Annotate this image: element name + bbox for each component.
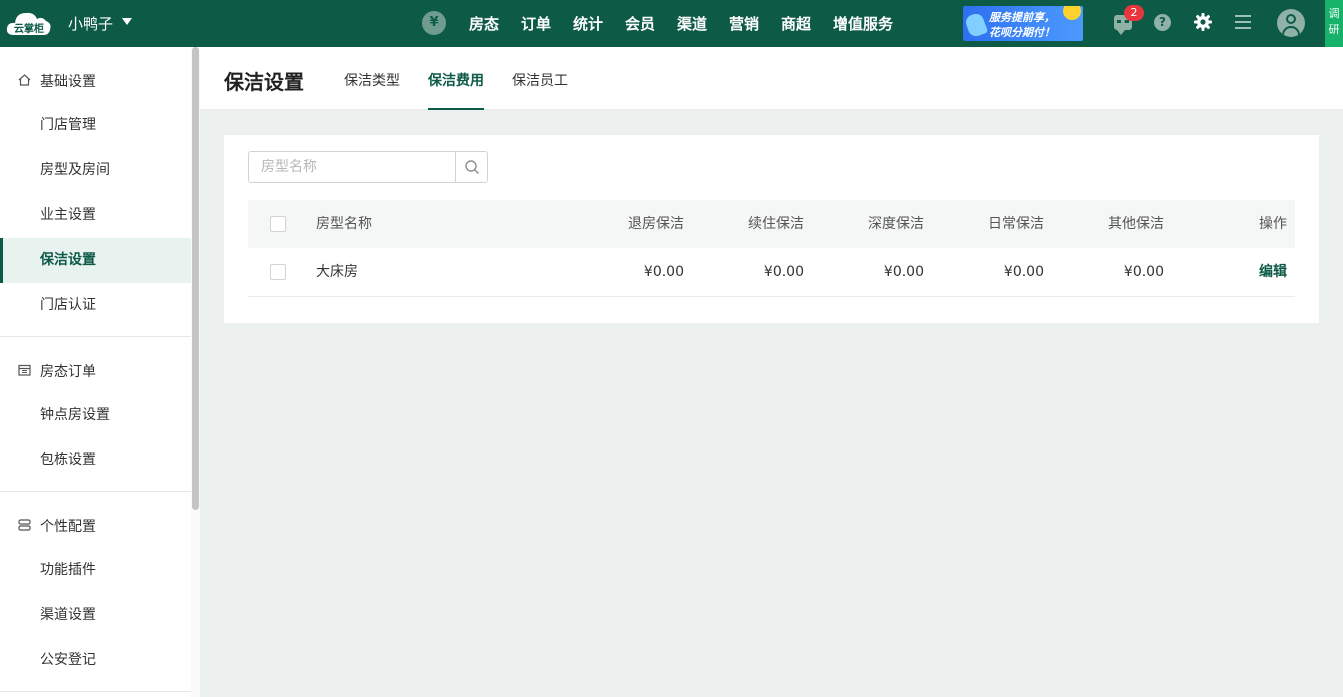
nav-channels[interactable]: 渠道 bbox=[677, 13, 707, 34]
sidebar-item-plugins[interactable]: 功能插件 bbox=[0, 548, 191, 593]
store-name[interactable]: 小鸭子 bbox=[68, 13, 113, 34]
search-button[interactable] bbox=[455, 152, 487, 182]
search-input[interactable] bbox=[249, 152, 455, 182]
search-icon bbox=[465, 160, 479, 174]
sidebar-item-channel-settings[interactable]: 渠道设置 bbox=[0, 593, 191, 638]
column-header-other-cleaning: 其他保洁 bbox=[1108, 216, 1164, 232]
stack-icon bbox=[18, 519, 31, 531]
gear-icon[interactable] bbox=[1193, 12, 1213, 32]
tab-cleaning-staff[interactable]: 保洁员工 bbox=[512, 70, 568, 90]
edit-button[interactable]: 编辑 bbox=[1208, 248, 1287, 296]
yen-icon[interactable]: ¥ bbox=[422, 11, 446, 35]
cell-deep-cleaning: ¥0.00 bbox=[883, 264, 924, 280]
tab-cleaning-types[interactable]: 保洁类型 bbox=[344, 70, 400, 90]
column-header-stay-cleaning: 续住保洁 bbox=[748, 216, 804, 232]
sidebar-item-cleaning-settings[interactable]: 保洁设置 bbox=[0, 238, 191, 283]
sidebar-group-label: 个性配置 bbox=[40, 519, 96, 535]
sidebar-item-hourly-room-settings[interactable]: 钟点房设置 bbox=[0, 393, 191, 438]
sidebar: 基础设置 门店管理 房型及房间 业主设置 保洁设置 门店认证 房态订单 钟点房设… bbox=[0, 47, 200, 697]
caret-down-icon[interactable] bbox=[122, 18, 132, 25]
sidebar-divider bbox=[0, 691, 191, 692]
column-header-deep-cleaning: 深度保洁 bbox=[868, 216, 924, 232]
column-header-daily-cleaning: 日常保洁 bbox=[988, 216, 1044, 232]
moon-icon bbox=[1063, 6, 1081, 20]
cell-daily-cleaning: ¥0.00 bbox=[1003, 264, 1044, 280]
sidebar-item-store-management[interactable]: 门店管理 bbox=[0, 103, 191, 148]
cleaning-fee-card: 房型名称 退房保洁 续住保洁 深度保洁 日常保洁 其他保洁 操作 大床房 ¥0.… bbox=[224, 135, 1319, 323]
page-title: 保洁设置 bbox=[224, 70, 304, 94]
table-row: 大床房 ¥0.00 ¥0.00 ¥0.00 ¥0.00 ¥0.00 编辑 bbox=[248, 248, 1295, 297]
tab-cleaning-fees[interactable]: 保洁费用 bbox=[428, 70, 484, 90]
hamburger-menu-icon[interactable] bbox=[1235, 15, 1251, 29]
cell-checkout-cleaning: ¥0.00 bbox=[643, 264, 684, 280]
logo-text: 云掌柜 bbox=[14, 24, 44, 35]
message-count-badge: 2 bbox=[1124, 5, 1144, 21]
hand-icon bbox=[963, 11, 989, 39]
sidebar-divider bbox=[0, 336, 191, 337]
cloud-logo-icon[interactable]: 云掌柜 bbox=[6, 8, 52, 38]
active-tab-indicator bbox=[428, 108, 484, 110]
nav-statistics[interactable]: 统计 bbox=[573, 13, 603, 34]
column-header-actions: 操作 bbox=[1259, 216, 1287, 232]
home-icon bbox=[18, 74, 31, 86]
sidebar-item-whole-building-settings[interactable]: 包栋设置 bbox=[0, 438, 191, 483]
nav-orders[interactable]: 订单 bbox=[521, 13, 551, 34]
help-icon[interactable]: ? bbox=[1154, 14, 1171, 31]
sidebar-scrollbar[interactable] bbox=[191, 47, 200, 697]
sidebar-item-store-certification[interactable]: 门店认证 bbox=[0, 283, 191, 328]
sidebar-item-owner-settings[interactable]: 业主设置 bbox=[0, 193, 191, 238]
sidebar-item-police-registration[interactable]: 公安登记 bbox=[0, 638, 191, 683]
promo-line-2: 花呗分期付！ bbox=[989, 26, 1055, 39]
sidebar-item-room-types[interactable]: 房型及房间 bbox=[0, 148, 191, 193]
select-all-checkbox[interactable] bbox=[270, 216, 286, 232]
sidebar-group-label: 房态订单 bbox=[40, 364, 96, 380]
scrollbar-thumb[interactable] bbox=[192, 47, 199, 510]
nav-marketing[interactable]: 营销 bbox=[729, 13, 759, 34]
column-header-room-type: 房型名称 bbox=[316, 216, 372, 232]
promo-line-1: 服务提前享， bbox=[989, 11, 1055, 24]
cell-other-cleaning: ¥0.00 bbox=[1123, 264, 1164, 280]
row-checkbox[interactable] bbox=[270, 264, 286, 280]
cell-stay-cleaning: ¥0.00 bbox=[763, 264, 804, 280]
search-box bbox=[248, 151, 488, 183]
nav-members[interactable]: 会员 bbox=[625, 13, 655, 34]
cell-room-type: 大床房 bbox=[316, 264, 358, 280]
nav-room-status[interactable]: 房态 bbox=[469, 13, 499, 34]
page-header: 保洁设置 保洁类型 保洁费用 保洁员工 bbox=[200, 47, 1343, 110]
promo-banner[interactable]: 服务提前享， 花呗分期付！ bbox=[963, 6, 1083, 41]
nav-supermarket[interactable]: 商超 bbox=[781, 13, 811, 34]
table-header: 房型名称 退房保洁 续住保洁 深度保洁 日常保洁 其他保洁 操作 bbox=[248, 200, 1295, 248]
calendar-icon bbox=[18, 364, 31, 376]
column-header-checkout-cleaning: 退房保洁 bbox=[628, 216, 684, 232]
user-avatar-icon[interactable] bbox=[1277, 9, 1305, 37]
top-navigation-bar: 云掌柜 小鸭子 ¥ 房态 订单 统计 会员 渠道 营销 商超 增值服务 服务提前… bbox=[0, 0, 1343, 47]
sidebar-divider bbox=[0, 491, 191, 492]
survey-tab[interactable]: 调研 bbox=[1325, 0, 1343, 47]
nav-value-added-services[interactable]: 增值服务 bbox=[833, 13, 893, 34]
sidebar-group-label: 基础设置 bbox=[40, 74, 96, 90]
